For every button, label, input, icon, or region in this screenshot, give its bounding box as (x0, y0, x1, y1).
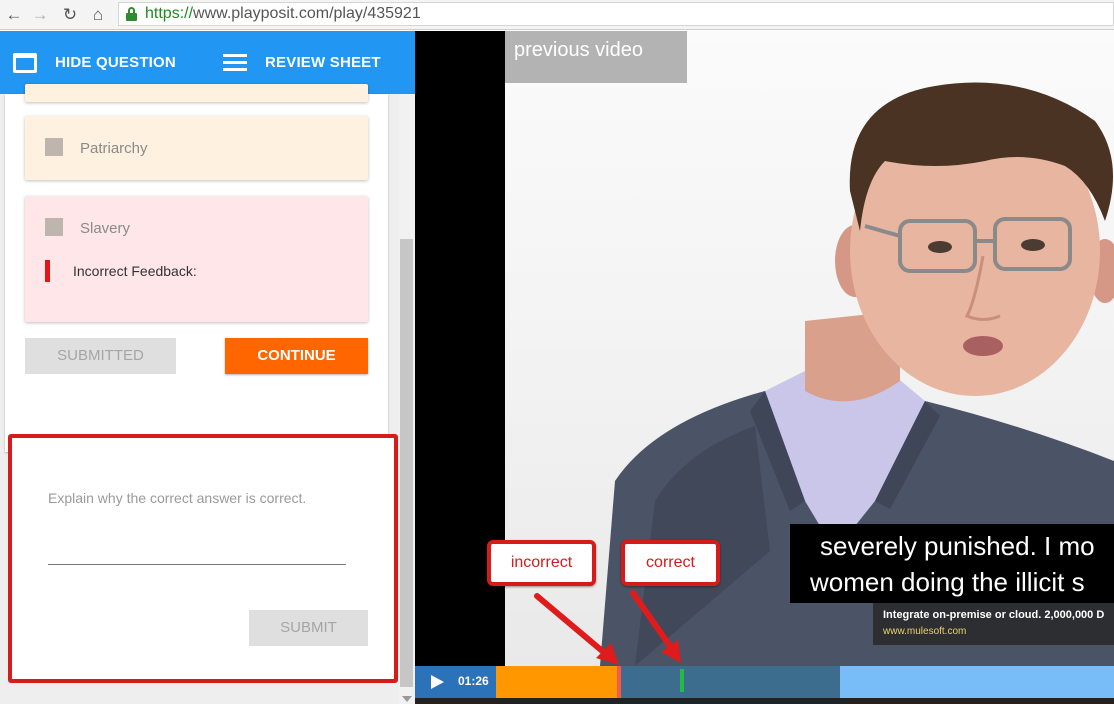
current-time: 01:26 (458, 674, 489, 688)
screen: ← → ↻ ⌂ https://www.playposit.com/play/4… (0, 0, 1114, 704)
subtitle-line: women doing the illicit s (810, 567, 1085, 597)
explain-prompt: Explain why the correct answer is correc… (48, 490, 307, 506)
url-path: www.playposit.com/play/435921 (193, 5, 421, 22)
question-panel: HIDE QUESTION REVIEW SHEET Patriarchy Sl… (0, 31, 415, 704)
previous-video-button[interactable]: previous video (505, 31, 687, 83)
back-icon[interactable]: ← (4, 5, 24, 25)
video-control-bar[interactable]: 01:26 (415, 666, 1114, 698)
answer-option-patriarchy[interactable]: Patriarchy (25, 116, 368, 180)
url-text: https://www.playposit.com/play/435921 (145, 5, 421, 23)
play-icon[interactable] (431, 675, 444, 689)
url-scheme: https:// (145, 5, 194, 22)
browser-toolbar: ← → ↻ ⌂ https://www.playposit.com/play/4… (0, 0, 1114, 30)
continue-button[interactable]: CONTINUE (225, 338, 368, 374)
video-player[interactable]: previous video severely punished. I mo w… (415, 31, 1114, 704)
feedback-label: Incorrect Feedback: (73, 263, 197, 279)
scrollbar[interactable] (399, 94, 415, 704)
checkbox[interactable] (45, 138, 63, 156)
review-sheet-label: REVIEW SHEET (265, 54, 381, 71)
menu-icon (223, 53, 247, 72)
submitted-button[interactable]: SUBMITTED (25, 338, 176, 374)
play-controls: 01:26 (415, 666, 496, 698)
ad-text: Integrate on-premise or cloud. 2,000,000… (883, 609, 1105, 621)
incorrect-callout: incorrect (487, 540, 596, 586)
address-bar[interactable]: https://www.playposit.com/play/435921 (118, 2, 1114, 26)
ad-overlay[interactable]: Integrate on-premise or cloud. 2,000,000… (873, 603, 1114, 645)
explain-input[interactable] (48, 533, 346, 565)
checkbox[interactable] (45, 218, 63, 236)
lock-icon (126, 7, 137, 21)
answer-option-slavery[interactable]: Slavery Incorrect Feedback: (25, 196, 368, 322)
subtitle-caption: severely punished. I mo women doing the … (790, 524, 1114, 603)
progress-played[interactable] (496, 666, 618, 698)
explain-card: Explain why the correct answer is correc… (8, 434, 398, 683)
scroll-down-icon[interactable] (402, 696, 412, 702)
home-icon[interactable]: ⌂ (88, 5, 108, 25)
answer-option-partial[interactable] (25, 84, 368, 102)
ad-url[interactable]: www.mulesoft.com (883, 626, 966, 637)
feedback-marker (45, 260, 50, 282)
forward-icon[interactable]: → (30, 5, 50, 25)
scrollbar-thumb[interactable] (400, 239, 413, 687)
hide-question-label: HIDE QUESTION (55, 54, 176, 71)
window-icon (13, 52, 37, 73)
correct-marker[interactable] (680, 669, 684, 692)
progress-buffered[interactable] (618, 666, 840, 698)
option-label: Patriarchy (80, 140, 148, 157)
incorrect-marker[interactable] (617, 666, 621, 698)
subtitle-line: severely punished. I mo (820, 531, 1095, 561)
submit-button[interactable]: SUBMIT (249, 610, 368, 646)
reload-icon[interactable]: ↻ (60, 5, 80, 25)
option-label: Slavery (80, 220, 131, 237)
question-card: Patriarchy Slavery Incorrect Feedback: S… (5, 84, 388, 452)
correct-callout: correct (621, 540, 720, 586)
bottom-strip (415, 698, 1114, 704)
